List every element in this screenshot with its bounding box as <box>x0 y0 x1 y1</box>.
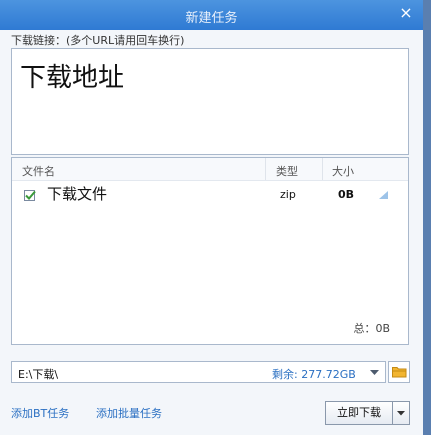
url-input[interactable]: 下载地址 <box>11 48 409 155</box>
column-header-name[interactable]: 文件名 <box>22 163 55 179</box>
save-path-combobox[interactable]: E:\下载\ 剩余: 277.72GB <box>11 361 386 383</box>
url-label: 下载链接：(多个URL请用回车换行) <box>11 34 185 47</box>
file-name: 下载文件 <box>47 185 108 203</box>
chevron-down-icon[interactable] <box>370 370 379 376</box>
new-task-dialog: 新建任务 × 下载链接：(多个URL请用回车换行) 下载地址 文件名 类型 大小… <box>0 0 423 435</box>
save-path-value: E:\下载\ <box>18 368 59 381</box>
column-header-type[interactable]: 类型 <box>276 163 298 179</box>
url-input-value: 下载地址 <box>20 63 125 93</box>
file-list-header: 文件名 类型 大小 <box>12 158 408 181</box>
column-divider <box>322 158 323 180</box>
title-bar: 新建任务 × <box>0 0 423 30</box>
column-header-size[interactable]: 大小 <box>332 163 354 179</box>
add-bt-task-link[interactable]: 添加BT任务 <box>11 405 69 421</box>
download-now-button[interactable]: 立即下载 <box>325 401 393 425</box>
column-divider <box>265 158 266 180</box>
checkmark-icon <box>25 190 36 200</box>
file-type: zip <box>280 188 296 201</box>
add-batch-task-link[interactable]: 添加批量任务 <box>96 405 162 421</box>
close-icon[interactable]: × <box>397 4 415 22</box>
triangle-icon <box>379 191 388 199</box>
chevron-down-icon <box>397 411 405 416</box>
dialog-title: 新建任务 <box>185 11 238 26</box>
free-space-label: 剩余: 277.72GB <box>272 368 356 381</box>
browse-folder-button[interactable] <box>388 361 410 383</box>
file-row[interactable]: 下载文件 zip 0B <box>12 182 408 206</box>
download-options-button[interactable] <box>393 401 410 425</box>
total-size: 总：0B <box>353 322 390 335</box>
file-size: 0B <box>338 188 355 201</box>
folder-icon <box>392 367 407 378</box>
file-list: 文件名 类型 大小 下载文件 zip 0B 总：0B <box>11 157 409 345</box>
file-checkbox[interactable] <box>24 190 36 201</box>
